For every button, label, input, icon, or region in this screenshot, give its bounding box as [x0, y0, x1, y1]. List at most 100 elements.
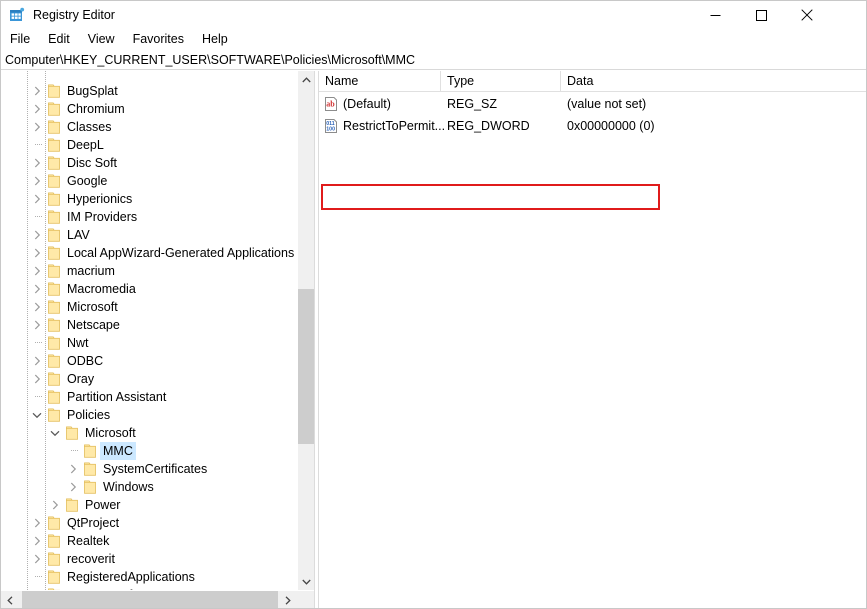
column-header-type[interactable]: Type	[441, 71, 561, 92]
registry-tree-pane: BugSplat Chromium Classes DeepL Disc Soft Goo…	[1, 71, 314, 608]
tree-item[interactable]: Power	[1, 496, 297, 514]
string-value-icon: ab	[323, 96, 339, 112]
scroll-thumb-horizontal[interactable]	[22, 591, 278, 608]
tree-item-expander[interactable]	[29, 172, 45, 190]
tree-item[interactable]: Local AppWizard-Generated Applications	[1, 244, 297, 262]
folder-icon	[47, 408, 60, 422]
tree-item-expander[interactable]	[29, 82, 45, 100]
scroll-up-button[interactable]	[298, 71, 314, 88]
chevron-right-icon	[34, 356, 40, 366]
tree-item[interactable]: RegisteredApplications	[1, 568, 297, 586]
tree-item[interactable]: IM Providers	[1, 208, 297, 226]
tree-item-expander[interactable]	[29, 280, 45, 298]
tree-item[interactable]: LAV	[1, 226, 297, 244]
string-value-icon: ab	[325, 97, 337, 111]
tree-item[interactable]: recoverit	[1, 550, 297, 568]
values-column-header: Name Type Data	[319, 71, 866, 92]
tree-item[interactable]: QtProject	[1, 514, 297, 532]
tree-item-expander[interactable]	[29, 100, 45, 118]
chevron-down-icon	[302, 579, 311, 585]
tree-item[interactable]: Hyperionics	[1, 190, 297, 208]
tree-item[interactable]: Policies	[1, 406, 297, 424]
menu-edit[interactable]: Edit	[39, 30, 79, 50]
tree-item-expander[interactable]	[29, 370, 45, 388]
maximize-button[interactable]	[738, 1, 784, 29]
tree-item[interactable]: Netscape	[1, 316, 297, 334]
tree-vertical-scrollbar[interactable]	[297, 71, 314, 590]
tree-item-expander[interactable]	[29, 406, 45, 424]
tree-item[interactable]: Google	[1, 172, 297, 190]
tree-item-folder-icon	[46, 190, 62, 208]
folder-icon	[47, 228, 60, 242]
tree-item-folder-icon	[46, 262, 62, 280]
tree-item-expander[interactable]	[29, 226, 45, 244]
tree-item[interactable]: MMC	[1, 442, 297, 460]
tree-horizontal-scrollbar[interactable]	[1, 590, 314, 608]
tree-item-expander[interactable]	[29, 352, 45, 370]
tree-item-expander[interactable]	[65, 478, 81, 496]
folder-icon	[47, 138, 60, 152]
registry-tree[interactable]: BugSplat Chromium Classes DeepL Disc Soft Goo…	[1, 71, 297, 590]
tree-item[interactable]: Realtek	[1, 532, 297, 550]
tree-item-expander[interactable]	[29, 532, 45, 550]
tree-item-connector	[35, 342, 43, 343]
tree-item[interactable]: Microsoft	[1, 424, 297, 442]
values-list[interactable]: ab (Default) REG_SZ (value not set) 011 100 Re…	[319, 92, 866, 608]
tree-item-expander[interactable]	[47, 496, 63, 514]
tree-item-expander[interactable]	[29, 190, 45, 208]
tree-item-expander[interactable]	[29, 262, 45, 280]
tree-item-expander[interactable]	[65, 460, 81, 478]
tree-item[interactable]: Classes	[1, 118, 297, 136]
tree-item[interactable]: BugSplat	[1, 82, 297, 100]
tree-item[interactable]: Oray	[1, 370, 297, 388]
menu-file[interactable]: File	[1, 30, 39, 50]
tree-item-label: Nwt	[67, 336, 89, 350]
tree-item[interactable]: Windows	[1, 478, 297, 496]
tree-item-folder-icon	[46, 550, 62, 568]
scroll-down-button[interactable]	[298, 573, 314, 590]
chevron-right-icon	[34, 230, 40, 240]
address-bar[interactable]: Computer\HKEY_CURRENT_USER\SOFTWARE\Poli…	[1, 50, 866, 70]
scroll-left-button[interactable]	[1, 591, 19, 608]
tree-item[interactable]: macrium	[1, 262, 297, 280]
tree-item-folder-icon	[46, 82, 62, 100]
menu-view[interactable]: View	[79, 30, 124, 50]
column-header-data[interactable]: Data	[561, 71, 866, 92]
tree-item[interactable]: Microsoft	[1, 298, 297, 316]
registry-editor-icon	[9, 7, 25, 23]
tree-item[interactable]: DeepL	[1, 136, 297, 154]
close-button[interactable]	[784, 1, 830, 29]
folder-icon	[47, 336, 60, 350]
menu-help[interactable]: Help	[193, 30, 237, 50]
tree-item-folder-icon	[46, 298, 62, 316]
column-header-name[interactable]: Name	[319, 71, 441, 92]
tree-item-folder-icon	[46, 100, 62, 118]
tree-item-label: Disc Soft	[67, 156, 118, 170]
tree-item-expander[interactable]	[29, 316, 45, 334]
tree-item[interactable]: Partition Assistant	[1, 388, 297, 406]
chevron-right-icon	[52, 500, 58, 510]
folder-icon	[47, 246, 60, 260]
scroll-thumb-vertical[interactable]	[298, 289, 314, 444]
tree-item-expander[interactable]	[29, 118, 45, 136]
tree-item-expander[interactable]	[29, 514, 45, 532]
tree-item-expander[interactable]	[29, 244, 45, 262]
minimize-button[interactable]	[692, 1, 738, 29]
menu-favorites[interactable]: Favorites	[124, 30, 193, 50]
tree-item[interactable]: Macromedia	[1, 280, 297, 298]
tree-item-expander[interactable]	[29, 298, 45, 316]
tree-item-expander[interactable]	[47, 424, 63, 442]
tree-item[interactable]: Nwt	[1, 334, 297, 352]
tree-item[interactable]: Disc Soft	[1, 154, 297, 172]
tree-item[interactable]: ODBC	[1, 352, 297, 370]
tree-item-folder-icon	[46, 568, 62, 586]
tree-item-expander[interactable]	[29, 154, 45, 172]
value-name: RestrictToPermit...	[343, 119, 446, 133]
value-row[interactable]: ab (Default) REG_SZ (value not set)	[319, 93, 866, 115]
value-row[interactable]: 011 100 RestrictToPermit... REG_DWORD 0x0000…	[319, 115, 866, 137]
tree-item-expander[interactable]	[29, 550, 45, 568]
tree-item[interactable]: SystemCertificates	[1, 460, 297, 478]
tree-item[interactable]: Chromium	[1, 100, 297, 118]
tree-item-label: Power	[85, 498, 121, 512]
scroll-right-button[interactable]	[279, 591, 297, 608]
